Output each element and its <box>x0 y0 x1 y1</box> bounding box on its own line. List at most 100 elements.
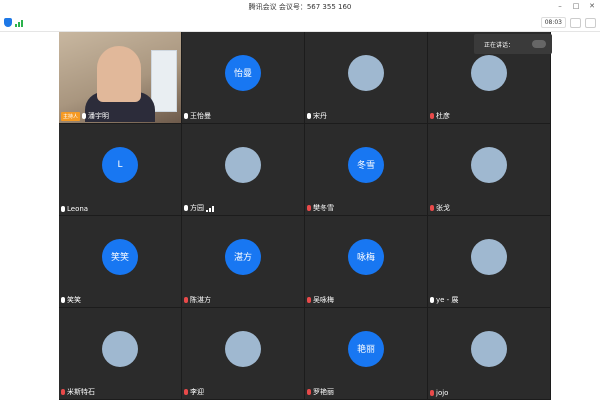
participant-nameplate: 王怡曼 <box>184 111 211 121</box>
participant-name: jojo <box>436 389 449 397</box>
participant-name: 樊冬雪 <box>313 204 334 212</box>
participant-nameplate: Leona <box>61 205 88 213</box>
mic-muted-icon <box>307 297 311 303</box>
participant-tile[interactable]: 艳丽罗艳丽 <box>305 308 427 399</box>
participant-nameplate: 樊冬雪 <box>307 203 334 213</box>
participant-name: 米斯特石 <box>67 388 95 396</box>
participant-tile[interactable]: L Leona <box>59 124 181 215</box>
speaking-label: 正在讲话： <box>484 41 515 49</box>
security-shield-icon[interactable] <box>4 18 12 27</box>
avatar-initials: 湛方 <box>225 238 261 275</box>
participant-tile[interactable]: 笑笑 笑笑 <box>59 216 181 307</box>
signal-icon <box>206 204 214 212</box>
participant-tile[interactable]: 米斯特石 <box>59 308 181 399</box>
participant-name: 李迎 <box>190 388 204 396</box>
participant-name: 罗艳丽 <box>313 388 334 396</box>
meeting-clock: 08:03 <box>540 17 566 28</box>
mic-muted-icon <box>307 205 311 211</box>
toolbar-left <box>4 18 23 27</box>
meeting-toolbar: 08:03 <box>0 14 600 32</box>
participant-tile[interactable]: 宋丹 <box>305 32 427 123</box>
participant-tile[interactable]: 怡曼王怡曼 <box>182 32 304 123</box>
participant-nameplate: 宋丹 <box>307 111 327 121</box>
speaking-indicator: 正在讲话： <box>474 34 552 54</box>
host-badge: 主持人 <box>61 111 81 121</box>
avatar-initials: 怡曼 <box>225 54 261 91</box>
window-titlebar: 腾讯会议 会议号：567 355 160 – □ ✕ <box>0 0 600 14</box>
participant-tile[interactable]: 冬雪樊冬雪 <box>305 124 427 215</box>
network-signal-icon[interactable] <box>15 19 23 27</box>
mic-icon <box>61 206 65 212</box>
mic-icon <box>82 113 87 119</box>
toolbar-right: 08:03 <box>540 17 596 28</box>
mic-icon <box>307 113 311 119</box>
view-toggle-button[interactable] <box>570 17 581 28</box>
participant-tile[interactable]: 咏梅吴咏梅 <box>305 216 427 307</box>
participant-name: 方园 <box>190 204 204 212</box>
participant-nameplate: 张戈 <box>430 203 450 213</box>
participant-name: 笑笑 <box>67 296 81 304</box>
participant-nameplate: 李迎 <box>184 387 204 397</box>
mic-muted-icon <box>430 390 434 396</box>
audio-wave-icon <box>532 40 546 48</box>
participant-nameplate: 陈湛方 <box>184 295 211 305</box>
minimize-icon[interactable]: – <box>556 2 564 10</box>
participant-nameplate: 吴咏梅 <box>307 295 334 305</box>
participant-nameplate: 笑笑 <box>61 295 81 305</box>
participant-grid: 主持人 潘宇明 怡曼 王怡曼 宋丹 杜彦 L Leona 方园 冬雪 樊冬雪 张戈 笑笑 笑笑 湛方 陈湛方咏… <box>59 32 551 400</box>
participant-name: Leona <box>67 205 89 213</box>
avatar-initials: 冬雪 <box>348 146 384 183</box>
mic-icon <box>184 205 188 211</box>
participant-nameplate: 主持人 潘宇明 <box>61 111 109 121</box>
avatar-photo <box>102 330 138 367</box>
participant-tile[interactable]: 方园 <box>182 124 304 215</box>
avatar-photo <box>471 330 507 367</box>
avatar-photo <box>348 54 384 91</box>
participant-name: 潘宇明 <box>88 112 110 120</box>
avatar-initials: 笑笑 <box>102 238 138 275</box>
background-cabinet <box>151 50 177 112</box>
avatar-photo <box>225 330 261 367</box>
participant-video <box>59 32 181 123</box>
participant-tile[interactable]: 李迎 <box>182 308 304 399</box>
avatar-photo <box>471 54 507 91</box>
participant-nameplate: jojo <box>430 389 448 397</box>
participant-nameplate: 罗艳丽 <box>307 387 334 397</box>
close-icon[interactable]: ✕ <box>588 2 596 10</box>
participant-name: ye - 展 <box>436 296 459 304</box>
mic-icon <box>184 113 188 119</box>
person-face <box>97 46 141 102</box>
mic-muted-icon <box>184 389 188 395</box>
avatar-initials: 咏梅 <box>348 238 384 275</box>
participant-name: 张戈 <box>436 204 450 212</box>
avatar-initials: L <box>102 146 138 183</box>
avatar-initials: 艳丽 <box>348 330 384 367</box>
participant-nameplate: 米斯特石 <box>61 387 95 397</box>
avatar-photo <box>471 146 507 183</box>
mic-muted-icon <box>307 389 311 395</box>
participant-tile[interactable]: jojo <box>428 308 550 399</box>
mic-muted-icon <box>61 389 65 395</box>
window-title: 腾讯会议 会议号：567 355 160 <box>248 3 352 11</box>
avatar-photo <box>471 238 507 275</box>
window-controls: – □ ✕ <box>556 2 596 10</box>
participant-name: 吴咏梅 <box>313 296 334 304</box>
participant-name: 陈湛方 <box>190 296 211 304</box>
participant-tile[interactable]: ye - 展 <box>428 216 550 307</box>
participant-tile[interactable]: 张戈 <box>428 124 550 215</box>
participant-nameplate: 杜彦 <box>430 111 450 121</box>
participant-nameplate: 方园 <box>184 203 214 213</box>
mic-muted-icon <box>430 205 434 211</box>
mic-icon <box>430 297 434 303</box>
video-stage: 主持人 潘宇明 怡曼 王怡曼 宋丹 杜彦 L Leona 方园 冬雪 樊冬雪 张戈 笑笑 笑笑 湛方 陈湛方咏… <box>0 32 600 400</box>
participant-nameplate: ye - 展 <box>430 295 458 305</box>
fullscreen-button[interactable] <box>585 17 596 28</box>
participant-tile[interactable]: 主持人 潘宇明 <box>59 32 181 123</box>
participant-name: 杜彦 <box>436 112 450 120</box>
mic-muted-icon <box>184 297 188 303</box>
participant-name: 王怡曼 <box>190 112 211 120</box>
maximize-icon[interactable]: □ <box>572 2 580 10</box>
mic-muted-icon <box>430 113 434 119</box>
participant-tile[interactable]: 湛方陈湛方 <box>182 216 304 307</box>
mic-icon <box>61 297 65 303</box>
